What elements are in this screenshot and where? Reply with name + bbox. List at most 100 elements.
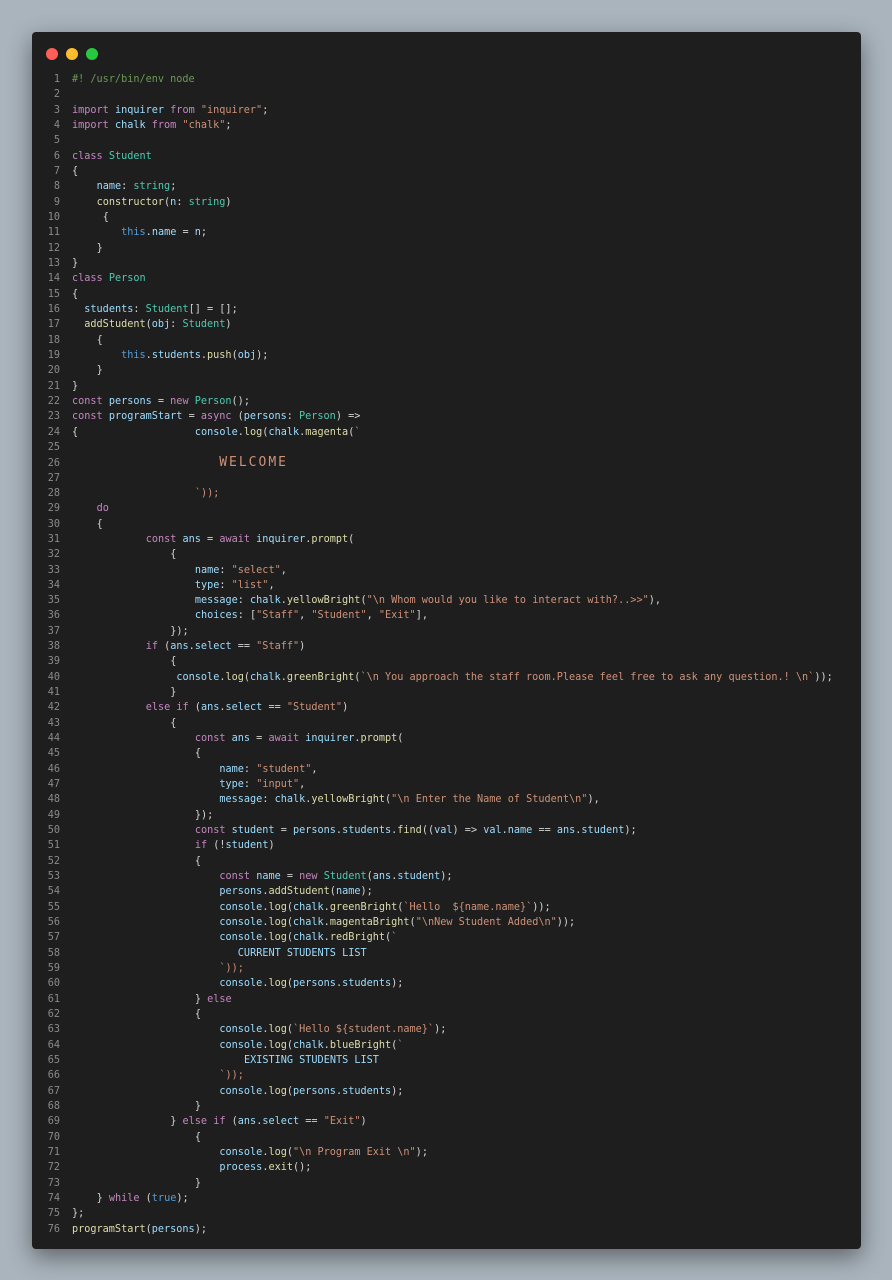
line-number: 28: [47, 487, 60, 499]
code-line: 71 console.log("\n Program Exit \n");: [32, 1145, 861, 1160]
code-text: {: [170, 717, 177, 729]
line-number: 25: [47, 441, 60, 453]
code-line: 58 CURRENT STUDENTS LIST: [32, 946, 861, 961]
code-text: console.log(`Hello ${student.name}`);: [219, 1024, 447, 1036]
code-text: {: [194, 1009, 201, 1021]
code-editor: 1 #! /usr/bin/env node 2 3 import inquirer f…: [32, 72, 861, 1237]
code-line: 28 `));: [32, 486, 861, 501]
code-line: 74 } while (true);: [32, 1191, 861, 1206]
line-number: 7: [53, 165, 60, 177]
code-line: 18 {: [32, 333, 861, 348]
code-line: 37 });: [32, 624, 861, 639]
code-text: WELCOME: [72, 455, 288, 471]
code-line: 29 do: [32, 501, 861, 516]
code-line: 3 import inquirer from "inquirer";: [32, 103, 861, 118]
code-line: 53 const name = new Student(ans.student)…: [32, 869, 861, 884]
code-line: 68 }: [32, 1099, 861, 1114]
line-number: 18: [47, 334, 60, 346]
line-number: 13: [47, 257, 60, 269]
code-line: 60 console.log(persons.students);: [32, 976, 861, 991]
code-text: `));: [219, 1070, 244, 1082]
line-number: 69: [47, 1116, 60, 1128]
code-line: 14 class Person: [32, 271, 861, 286]
code-text: console.log(chalk.greenBright(`Hello ${n…: [219, 901, 551, 913]
code-text: }: [96, 365, 103, 377]
code-line: 63 console.log(`Hello ${student.name}`);: [32, 1022, 861, 1037]
code-line: 33 name: "select",: [32, 563, 861, 578]
code-text: console.log(persons.students);: [219, 978, 404, 990]
line-number: 16: [47, 303, 60, 315]
line-number: 31: [47, 533, 60, 545]
line-number: 46: [47, 763, 60, 775]
code-line: 54 persons.addStudent(name);: [32, 884, 861, 899]
line-number: 41: [47, 687, 60, 699]
code-text: type: "input",: [219, 779, 306, 791]
code-text: name: "select",: [194, 564, 287, 576]
code-line: 31 const ans = await inquirer.prompt(: [32, 532, 861, 547]
code-text: addStudent(obj: Student): [84, 319, 232, 331]
code-line: 19 this.students.push(obj);: [32, 348, 861, 363]
code-text: }: [72, 380, 79, 392]
code-text: students: Student[] = [];: [84, 303, 238, 315]
line-number: 61: [47, 993, 60, 1005]
line-number: 30: [47, 518, 60, 530]
code-text: class Student: [72, 150, 152, 162]
close-window-button[interactable]: [46, 48, 58, 60]
line-number: 40: [47, 671, 60, 683]
line-number: 37: [47, 625, 60, 637]
code-line: 65 EXISTING STUDENTS LIST: [32, 1053, 861, 1068]
line-number: 66: [47, 1070, 60, 1082]
code-text: name: string;: [96, 181, 177, 193]
code-text: name: "student",: [219, 763, 318, 775]
line-number: 75: [47, 1208, 60, 1220]
line-number: 45: [47, 748, 60, 760]
code-line: 59 `));: [32, 961, 861, 976]
line-number: 27: [47, 472, 60, 484]
line-number: 29: [47, 503, 60, 515]
line-number: 20: [47, 365, 60, 377]
line-number: 55: [47, 901, 60, 913]
code-line: 9 constructor(n: string): [32, 195, 861, 210]
code-text: #! /usr/bin/env node: [72, 74, 195, 85]
minimize-window-button[interactable]: [66, 48, 78, 60]
code-text: `));: [219, 963, 244, 975]
code-text: `));: [194, 487, 220, 499]
code-text: {: [170, 549, 177, 561]
code-line: 47 type: "input",: [32, 777, 861, 792]
code-text: { console.log(chalk.magenta(`: [72, 426, 361, 438]
code-text: const student = persons.students.find((v…: [194, 825, 637, 837]
code-text: }: [194, 1177, 201, 1189]
line-number: 51: [47, 840, 60, 852]
line-number: 64: [47, 1039, 60, 1051]
code-text: {: [194, 1131, 201, 1143]
line-number: 58: [47, 947, 60, 959]
line-number: 32: [47, 549, 60, 561]
code-text: }: [170, 687, 177, 699]
line-number: 53: [47, 871, 60, 883]
line-number: 9: [53, 196, 60, 208]
welcome-ascii-banner: WELCOME: [219, 455, 288, 471]
code-text: };: [72, 1208, 85, 1220]
code-line: 26 WELCOME: [32, 455, 861, 470]
code-line: 25: [32, 440, 861, 455]
code-line: 32 {: [32, 547, 861, 562]
code-line: 10 {: [32, 210, 861, 225]
line-number: 10: [47, 211, 60, 223]
line-number: 74: [47, 1192, 60, 1204]
line-number: 62: [47, 1009, 60, 1021]
code-line: 66 `));: [32, 1068, 861, 1083]
code-text: console.log(chalk.blueBright(`: [219, 1039, 404, 1051]
code-text: });: [194, 809, 214, 821]
code-line: 38 if (ans.select == "Staff"): [32, 639, 861, 654]
code-text: console.log("\n Program Exit \n");: [219, 1146, 428, 1158]
code-line: 17 addStudent(obj: Student): [32, 317, 861, 332]
code-text: process.exit();: [219, 1162, 312, 1174]
code-line: 49 });: [32, 808, 861, 823]
maximize-window-button[interactable]: [86, 48, 98, 60]
code-text: const persons = new Person();: [72, 395, 250, 407]
code-line: 11 this.name = n;: [32, 225, 861, 240]
line-number: 56: [47, 917, 60, 929]
line-number: 24: [47, 426, 60, 438]
code-text: EXISTING STUDENTS LIST: [243, 1055, 379, 1066]
code-text: else if (ans.select == "Student"): [145, 702, 349, 714]
